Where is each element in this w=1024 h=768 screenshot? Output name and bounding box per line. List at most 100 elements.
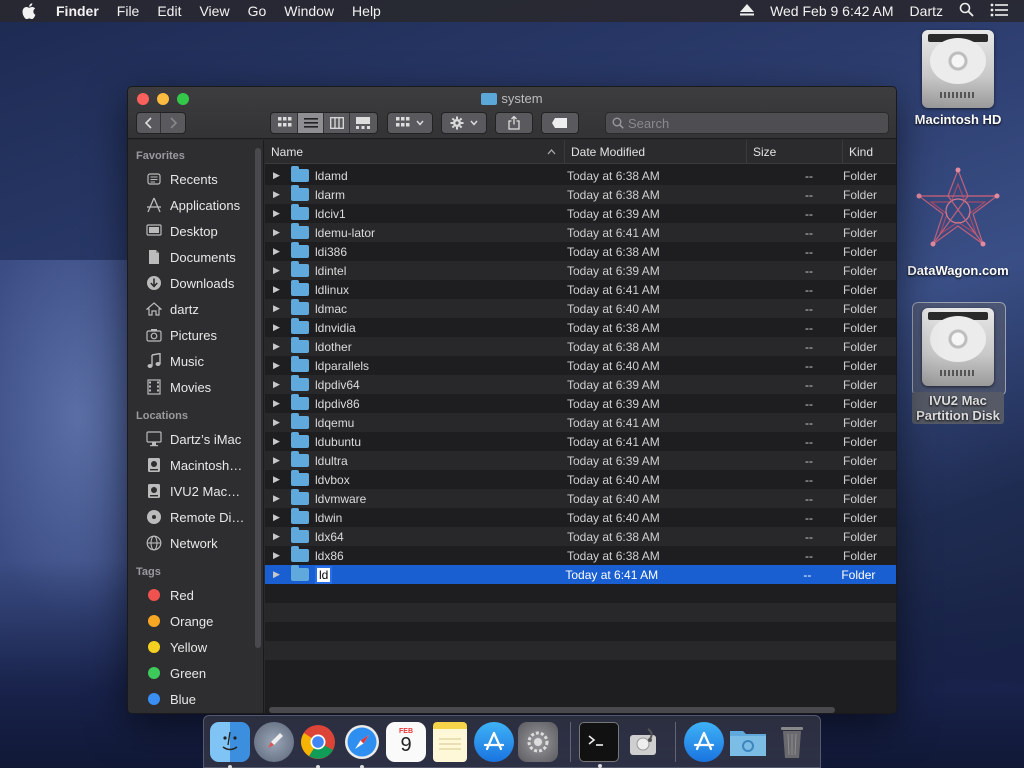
disclosure-triangle-icon[interactable]: ▶ xyxy=(273,455,283,466)
rename-field[interactable]: ld xyxy=(315,565,333,584)
disclosure-triangle-icon[interactable]: ▶ xyxy=(273,569,283,580)
disclosure-triangle-icon[interactable]: ▶ xyxy=(273,379,283,390)
disclosure-triangle-icon[interactable]: ▶ xyxy=(273,436,283,447)
disclosure-triangle-icon[interactable]: ▶ xyxy=(273,322,283,333)
table-row[interactable]: ▶ ldwin Today at 6:40 AM -- Folder xyxy=(265,508,896,527)
sidebar-tag-orange[interactable]: Orange xyxy=(128,608,263,634)
group-by-button[interactable] xyxy=(387,112,433,134)
sidebar-tag-red[interactable]: Red xyxy=(128,582,263,608)
horizontal-scrollbar[interactable] xyxy=(269,707,835,713)
table-row[interactable]: ▶ ldother Today at 6:38 AM -- Folder xyxy=(265,337,896,356)
tags-button[interactable] xyxy=(541,112,579,134)
disclosure-triangle-icon[interactable]: ▶ xyxy=(273,189,283,200)
desktop-icon-macintosh-hd[interactable]: Macintosh HD xyxy=(903,30,1013,127)
disclosure-triangle-icon[interactable]: ▶ xyxy=(273,208,283,219)
sidebar-item-pictures[interactable]: Pictures xyxy=(128,322,263,348)
table-row[interactable]: ▶ ld Today at 6:41 AM -- Folder xyxy=(265,565,896,584)
back-button[interactable] xyxy=(137,113,161,133)
table-row[interactable]: ▶ ldi386 Today at 6:38 AM -- Folder xyxy=(265,242,896,261)
column-header-date-modified[interactable]: Date Modified xyxy=(565,139,747,164)
menu-finder[interactable]: Finder xyxy=(56,3,99,19)
trash-icon[interactable] xyxy=(772,722,812,762)
sidebar-item-ivu2-mac[interactable]: IVU2 Mac… xyxy=(128,478,263,504)
table-row[interactable]: ▶ ldultra Today at 6:39 AM -- Folder xyxy=(265,451,896,470)
disclosure-triangle-icon[interactable]: ▶ xyxy=(273,550,283,561)
disclosure-triangle-icon[interactable]: ▶ xyxy=(273,246,283,257)
sidebar-item-imac[interactable]: Dartz’s iMac xyxy=(128,426,263,452)
column-header-kind[interactable]: Kind xyxy=(843,140,896,164)
notes-icon[interactable] xyxy=(433,721,467,762)
app-store-icon[interactable] xyxy=(474,721,514,762)
disclosure-triangle-icon[interactable]: ▶ xyxy=(273,303,283,314)
spotlight-icon[interactable] xyxy=(959,2,974,20)
disk-utility-icon[interactable] xyxy=(623,722,663,762)
sidebar-tag-yellow[interactable]: Yellow xyxy=(128,634,263,660)
disclosure-triangle-icon[interactable]: ▶ xyxy=(273,531,283,542)
menu-view[interactable]: View xyxy=(199,3,229,19)
table-row[interactable]: ▶ ldx64 Today at 6:38 AM -- Folder xyxy=(265,527,896,546)
table-row[interactable]: ▶ ldintel Today at 6:39 AM -- Folder xyxy=(265,261,896,280)
safari-icon[interactable] xyxy=(342,722,382,768)
window-titlebar[interactable]: system xyxy=(128,87,896,139)
search-input[interactable] xyxy=(628,115,868,131)
table-row[interactable]: ▶ ldvbox Today at 6:40 AM -- Folder xyxy=(265,470,896,489)
table-row[interactable]: ▶ ldciv1 Today at 6:39 AM -- Folder xyxy=(265,204,896,223)
apple-icon[interactable] xyxy=(20,2,38,20)
table-row[interactable]: ▶ ldubuntu Today at 6:41 AM -- Folder xyxy=(265,432,896,451)
action-button[interactable] xyxy=(441,112,487,134)
table-row[interactable]: ▶ ldpdiv86 Today at 6:39 AM -- Folder xyxy=(265,394,896,413)
menu-help[interactable]: Help xyxy=(352,3,381,19)
menu-window[interactable]: Window xyxy=(284,3,334,19)
sidebar-item-remote-disc[interactable]: Remote Di… xyxy=(128,504,263,530)
disclosure-triangle-icon[interactable]: ▶ xyxy=(273,265,283,276)
folder-icon[interactable] xyxy=(728,722,768,762)
disclosure-triangle-icon[interactable]: ▶ xyxy=(273,284,283,295)
calendar-icon[interactable]: FEB 9 xyxy=(386,721,426,762)
table-row[interactable]: ▶ ldamd Today at 6:38 AM -- Folder xyxy=(265,166,896,185)
search-field[interactable] xyxy=(605,112,889,134)
disclosure-triangle-icon[interactable]: ▶ xyxy=(273,170,283,181)
sidebar-item-music[interactable]: Music xyxy=(128,348,263,374)
desktop-icon-ivu2-partition[interactable]: IVU2 Mac Partition Disk xyxy=(903,308,1013,424)
menu-go[interactable]: Go xyxy=(248,3,267,19)
disclosure-triangle-icon[interactable]: ▶ xyxy=(273,474,283,485)
icon-view-button[interactable] xyxy=(272,113,298,133)
table-row[interactable]: ▶ ldmac Today at 6:40 AM -- Folder xyxy=(265,299,896,318)
disclosure-triangle-icon[interactable]: ▶ xyxy=(273,512,283,523)
sidebar-item-recents[interactable]: Recents xyxy=(128,166,263,192)
table-row[interactable]: ▶ ldnvidia Today at 6:38 AM -- Folder xyxy=(265,318,896,337)
column-view-button[interactable] xyxy=(324,113,350,133)
menu-edit[interactable]: Edit xyxy=(157,3,181,19)
table-row[interactable]: ▶ ldx86 Today at 6:38 AM -- Folder xyxy=(265,546,896,565)
disclosure-triangle-icon[interactable]: ▶ xyxy=(273,493,283,504)
eject-icon[interactable] xyxy=(740,3,755,19)
disclosure-triangle-icon[interactable]: ▶ xyxy=(273,360,283,371)
chrome-icon[interactable] xyxy=(298,722,338,768)
sidebar-item-network[interactable]: Network xyxy=(128,530,263,556)
launchpad-icon[interactable] xyxy=(254,721,294,762)
sidebar-item-applications[interactable]: Applications xyxy=(128,192,263,218)
sidebar-item-movies[interactable]: Movies xyxy=(128,374,263,400)
table-row[interactable]: ▶ ldpdiv64 Today at 6:39 AM -- Folder xyxy=(265,375,896,394)
notification-center-icon[interactable] xyxy=(990,3,1008,20)
sidebar-item-macintosh-hd[interactable]: Macintosh… xyxy=(128,452,263,478)
sidebar-tag-green[interactable]: Green xyxy=(128,660,263,686)
column-header-size[interactable]: Size xyxy=(747,139,843,164)
disclosure-triangle-icon[interactable]: ▶ xyxy=(273,227,283,238)
menubar-user[interactable]: Dartz xyxy=(910,3,943,19)
disclosure-triangle-icon[interactable]: ▶ xyxy=(273,341,283,352)
sidebar-item-downloads[interactable]: Downloads xyxy=(128,270,263,296)
menu-file[interactable]: File xyxy=(117,3,140,19)
table-row[interactable]: ▶ ldarm Today at 6:38 AM -- Folder xyxy=(265,185,896,204)
table-row[interactable]: ▶ ldparallels Today at 6:40 AM -- Folder xyxy=(265,356,896,375)
sidebar-tag-blue[interactable]: Blue xyxy=(128,686,263,712)
column-header-name[interactable]: Name xyxy=(265,139,565,164)
share-button[interactable] xyxy=(495,112,533,134)
list-view-button[interactable] xyxy=(298,113,324,133)
sidebar-item-documents[interactable]: Documents xyxy=(128,244,263,270)
table-row[interactable]: ▶ ldlinux Today at 6:41 AM -- Folder xyxy=(265,280,896,299)
system-preferences-icon[interactable] xyxy=(518,721,558,762)
finder-icon[interactable] xyxy=(210,721,250,768)
sidebar-scrollbar[interactable] xyxy=(255,148,261,648)
forward-button[interactable] xyxy=(161,113,185,133)
